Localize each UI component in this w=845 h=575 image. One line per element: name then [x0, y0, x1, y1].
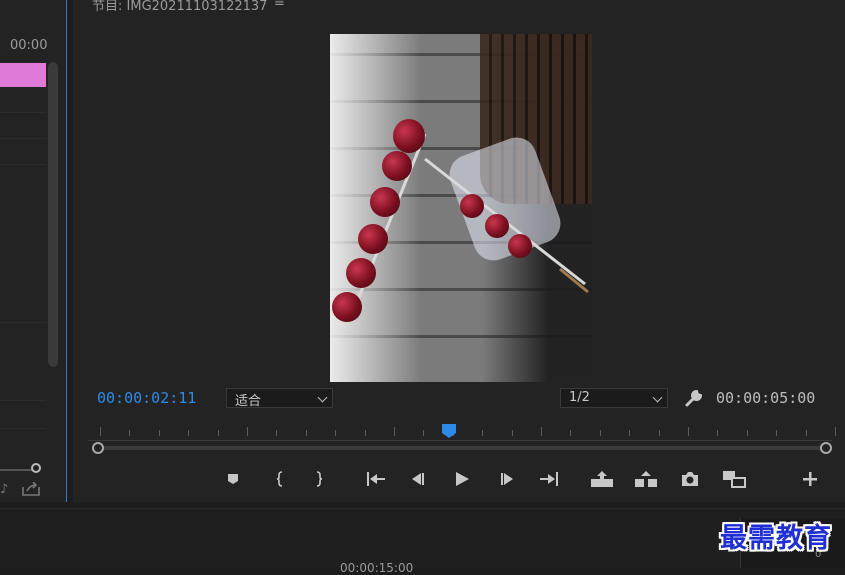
- export-frame-icon: [682, 472, 698, 486]
- zoom-scroll-handle-right[interactable]: [820, 442, 832, 454]
- track-divider: [0, 322, 46, 323]
- candy: [485, 214, 509, 238]
- candy: [382, 151, 412, 181]
- add-marker-button[interactable]: [221, 468, 245, 490]
- track-divider: [0, 112, 46, 113]
- add-button-icon: [803, 472, 817, 486]
- mark-in-button[interactable]: [268, 468, 292, 490]
- ruler-tick: [335, 430, 337, 436]
- export-frame-button[interactable]: [678, 468, 702, 490]
- comparison-view-icon: [723, 471, 746, 488]
- music-note-icon[interactable]: ♪: [0, 482, 8, 497]
- lift-icon: [591, 471, 613, 487]
- track-divider: [0, 400, 46, 401]
- go-to-out-button[interactable]: [537, 468, 561, 490]
- program-monitor-title[interactable]: 节目: IMG20211103122137: [92, 0, 267, 14]
- time-ruler[interactable]: [88, 440, 832, 441]
- track-divider: [0, 138, 46, 139]
- ruler-tick: [629, 430, 631, 436]
- timeline-timecode: 00:00: [10, 38, 48, 53]
- bottom-timeline-panel: [0, 508, 845, 569]
- ruler-tick: [746, 430, 748, 436]
- zoom-slider-handle[interactable]: [31, 463, 41, 473]
- zoom-slider-track[interactable]: [0, 469, 34, 471]
- ruler-tick: [688, 427, 689, 436]
- go-to-in-icon: [367, 472, 385, 486]
- add-marker-icon: [228, 474, 238, 484]
- chevron-down-icon: [652, 392, 663, 403]
- bottom-timecode: 00:00:15:00: [340, 561, 414, 575]
- lift-button[interactable]: [590, 468, 614, 490]
- ruler-tick: [570, 430, 572, 436]
- watermark-logo: 最需教育: [720, 523, 832, 554]
- zoom-fit-select[interactable]: 适合: [226, 388, 333, 409]
- mark-in-icon: [276, 471, 283, 487]
- timeline-clip[interactable]: [0, 63, 46, 87]
- ruler-tick: [423, 430, 425, 436]
- timeline-scrollbar[interactable]: [48, 62, 58, 367]
- ruler-tick: [247, 427, 248, 436]
- step-back-icon: [412, 473, 424, 485]
- go-to-in-button[interactable]: [364, 468, 388, 490]
- ruler-tick: [717, 430, 719, 436]
- ruler-tick: [482, 430, 484, 436]
- comparison-view-button[interactable]: [722, 468, 746, 490]
- ruler-tick: [100, 427, 101, 436]
- extract-icon: [635, 471, 657, 487]
- ruler-tick: [305, 430, 307, 436]
- go-to-out-icon: [540, 472, 558, 486]
- play-icon: [456, 472, 469, 486]
- ruler-tick: [541, 427, 542, 436]
- playback-resolution-value: 1/2: [569, 390, 590, 405]
- candy: [508, 234, 532, 258]
- extract-button[interactable]: [634, 468, 658, 490]
- ruler-tick: [805, 430, 807, 436]
- track-divider: [0, 428, 46, 429]
- playhead-icon[interactable]: [442, 424, 456, 438]
- zoom-scroll-handle-left[interactable]: [92, 442, 104, 454]
- track-divider: [0, 164, 46, 165]
- mark-out-icon: [316, 471, 323, 487]
- wrench-icon[interactable]: [684, 388, 704, 408]
- ruler-tick: [599, 430, 601, 436]
- step-forward-button[interactable]: [495, 468, 519, 490]
- ruler-tick: [188, 430, 190, 436]
- mark-out-button[interactable]: [307, 468, 331, 490]
- candy: [460, 194, 484, 218]
- ruler-tick: [276, 430, 278, 436]
- ruler-tick: [394, 427, 395, 436]
- ruler-tick: [835, 427, 836, 436]
- zoom-fit-value: 适合: [235, 394, 262, 409]
- playback-resolution-select[interactable]: 1/2: [560, 388, 668, 408]
- ruler-tick: [217, 430, 219, 436]
- export-icon[interactable]: [22, 482, 40, 496]
- add-button[interactable]: [798, 468, 822, 490]
- candy: [346, 258, 376, 288]
- video-preview: [330, 34, 592, 382]
- step-forward-icon: [501, 473, 513, 485]
- step-back-button[interactable]: [406, 468, 430, 490]
- ruler-tick: [364, 430, 366, 436]
- hamburger-icon[interactable]: ≡: [274, 0, 285, 10]
- chevron-down-icon: [317, 392, 328, 403]
- candy: [393, 119, 425, 153]
- duration-timecode: 00:00:05:00: [716, 389, 816, 407]
- play-button[interactable]: [450, 468, 474, 490]
- candy: [358, 224, 388, 254]
- ruler-tick: [658, 430, 660, 436]
- zoom-scroll-bar[interactable]: [96, 446, 826, 450]
- candy: [332, 292, 362, 322]
- ruler-tick: [129, 430, 131, 436]
- ruler-tick: [158, 430, 160, 436]
- ruler-tick: [776, 430, 778, 436]
- current-timecode[interactable]: 00:00:02:11: [97, 389, 196, 407]
- candy: [370, 187, 400, 217]
- ruler-tick: [511, 430, 513, 436]
